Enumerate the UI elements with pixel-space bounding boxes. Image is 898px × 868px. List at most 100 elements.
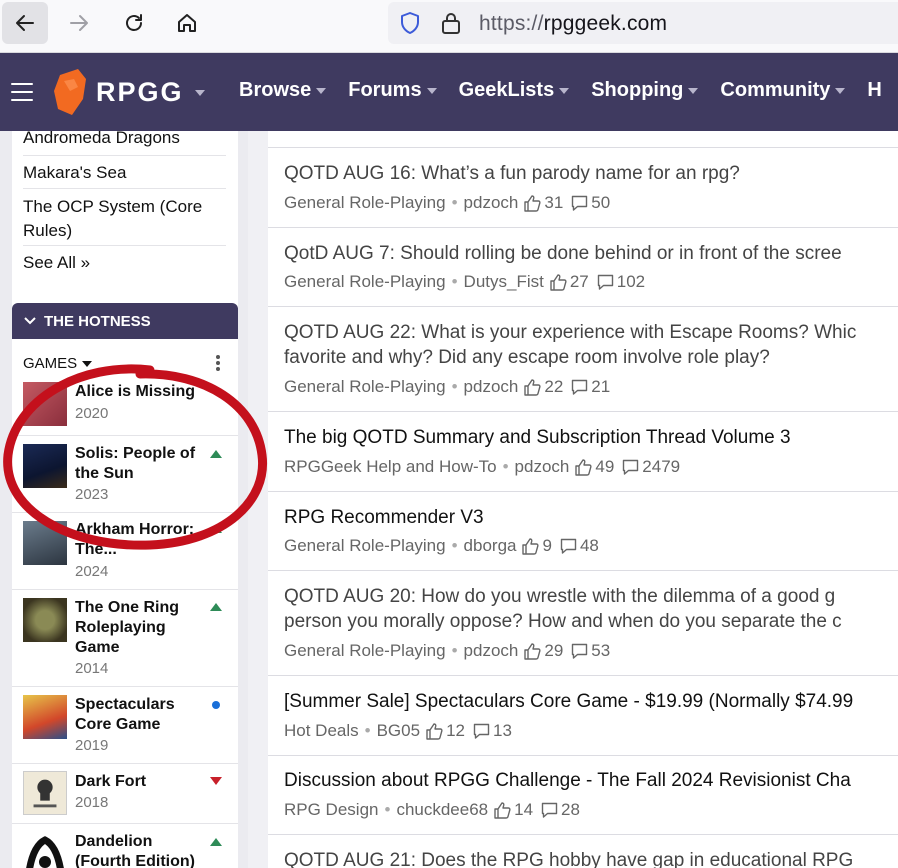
thread-title[interactable]: Discussion about RPGG Challenge - The Fa… [284,768,851,793]
rpgg-logo-icon[interactable] [52,69,88,115]
thread-list: QOTD AUG 16: What’s a fun parody name fo… [268,131,898,868]
logo-text[interactable]: RPGG [96,77,184,108]
chevron-down-icon [316,87,327,94]
author-link[interactable]: dborga [464,536,517,556]
thread-title[interactable]: The big QOTD Summary and Subscription Th… [284,425,791,450]
home-button[interactable] [164,2,210,44]
lock-icon[interactable] [440,11,462,35]
author-link[interactable]: pdzoch [464,193,519,213]
see-all-link[interactable]: See All » [23,246,226,275]
url-text[interactable]: https://rpggeek.com [479,12,667,36]
nav-geeklists[interactable]: GeekLists [459,79,570,102]
game-thumbnail [23,521,67,565]
author-link[interactable]: pdzoch [464,377,519,397]
forum-link[interactable]: Hot Deals [284,721,359,741]
nav-shopping[interactable]: Shopping [591,79,699,102]
chevron-down-icon[interactable] [195,90,205,96]
game-title[interactable]: Alice is Missing [75,382,205,402]
hotness-item[interactable]: Dark Fort 2018 [12,764,238,824]
sidebar-link[interactable]: Andromeda Dragons [23,131,226,156]
thread-row[interactable]: QOTD AUG 20: How do you wrestle with the… [268,571,898,676]
game-title[interactable]: Dandelion (Fourth Edition) [75,832,205,868]
forward-button[interactable] [56,2,102,44]
hotness-item[interactable]: Solis: People of the Sun 2023 [12,436,238,513]
nav-forums[interactable]: Forums [348,79,437,102]
hotness-item[interactable]: The One Ring Roleplaying Game 2014 [12,590,238,687]
nav-browse[interactable]: Browse [239,79,327,102]
hotness-item[interactable]: Arkham Horror: The... 2024 [12,513,238,590]
nav-community[interactable]: Community [720,79,846,102]
thumbs-up-icon [575,458,592,476]
url-bar[interactable]: https://rpggeek.com [388,2,898,44]
author-link[interactable]: pdzoch [464,641,519,661]
hotness-item[interactable]: Dandelion (Fourth Edition) [12,824,238,868]
game-title[interactable]: Solis: People of the Sun [75,444,205,484]
thread-row[interactable]: QOTD AUG 21: Does the RPG hobby have gap… [268,835,898,868]
thread-row[interactable]: QOTD AUG 16: What’s a fun parody name fo… [268,148,898,228]
comment-icon [541,802,558,818]
menu-icon[interactable] [11,83,33,101]
comment-count: 102 [616,272,646,291]
thread-title[interactable]: QOTD AUG 22: What is your experience wit… [284,320,856,345]
game-title[interactable]: Arkham Horror: The... [75,520,205,560]
thread-title[interactable]: QOTD AUG 21: Does the RPG hobby have gap… [284,848,853,868]
forum-link[interactable]: General Role-Playing [284,641,446,661]
url-host: rpggeek.com [543,12,668,35]
thumbs-up-icon [550,273,567,291]
thumbs-up-icon [522,537,540,555]
game-title[interactable]: Dark Fort [75,772,205,792]
thread-meta: General Role-Playing • Dutys_Fist 27 102 [284,272,645,292]
thread-title[interactable]: QOTD AUG 20: How do you wrestle with the… [284,584,835,609]
author-link[interactable]: pdzoch [515,457,570,477]
back-button[interactable] [2,2,48,44]
thread-title[interactable]: QOTD AUG 16: What’s a fun parody name fo… [284,161,740,186]
like-count: 9 [542,536,552,555]
comment-count: 28 [561,800,580,819]
comment-count: 53 [591,641,611,660]
forum-link[interactable]: RPGGeek Help and How-To [284,457,497,477]
author-link[interactable]: BG05 [377,721,420,741]
thread-meta: RPG Design • chuckdee68 14 28 [284,800,580,820]
thread-row[interactable]: [Summer Sale] Spectaculars Core Game - $… [268,676,898,756]
game-thumbnail [23,598,67,642]
forum-link[interactable]: General Role-Playing [284,536,446,556]
author-link[interactable]: chuckdee68 [396,800,488,820]
forum-link[interactable]: General Role-Playing [284,377,446,397]
game-year: 2018 [75,794,109,811]
more-options-icon[interactable] [216,355,220,372]
sidebar-link[interactable]: The OCP System (Core Rules) [23,189,226,246]
thread-row[interactable]: Discussion about RPGG Challenge - The Fa… [268,756,898,835]
new-entry-icon [212,701,220,709]
hotness-header[interactable]: THE HOTNESS [12,303,238,339]
browser-toolbar: https://rpggeek.com [0,0,898,53]
thread-title[interactable]: [Summer Sale] Spectaculars Core Game - $… [284,689,853,714]
hotness-item[interactable]: Alice is Missing 2020 [12,375,238,436]
thread-row[interactable]: The big QOTD Summary and Subscription Th… [268,412,898,492]
arrow-right-icon [70,15,88,31]
separator-dot: • [451,272,458,291]
game-title[interactable]: Spectaculars Core Game [75,695,205,735]
thread-title[interactable]: QotD AUG 7: Should rolling be done behin… [284,241,842,266]
shield-icon[interactable] [398,11,422,35]
nav-label: Shopping [591,79,684,101]
reload-button[interactable] [111,2,157,44]
thumbs-up-icon [426,722,443,740]
thread-row[interactable]: QOTD AUG 22: What is your experience wit… [268,307,898,412]
forum-link[interactable]: General Role-Playing [284,272,446,292]
hotness-title: THE HOTNESS [44,312,151,330]
forum-link[interactable]: General Role-Playing [284,193,446,213]
thread-row[interactable]: QotD AUG 7: Should rolling be done behin… [268,228,898,307]
hotness-item[interactable]: Spectaculars Core Game 2019 [12,687,238,764]
forum-link[interactable]: RPG Design [284,800,378,820]
hotness-filter[interactable]: GAMES [23,355,93,372]
thread-title-line2[interactable]: person you morally oppose? How and when … [284,609,842,634]
like-count: 29 [544,641,564,660]
nav-help[interactable]: H [867,79,881,102]
thread-title[interactable]: RPG Recommender V3 [284,505,484,530]
game-title[interactable]: The One Ring Roleplaying Game [75,598,205,658]
sidebar-link[interactable]: Makara's Sea [23,156,226,189]
like-count: 22 [544,377,564,396]
author-link[interactable]: Dutys_Fist [464,272,544,292]
thread-title-line2[interactable]: favorite and why? Did any escape room in… [284,345,770,370]
thread-row[interactable]: RPG Recommender V3 General Role-Playing •… [268,492,898,571]
